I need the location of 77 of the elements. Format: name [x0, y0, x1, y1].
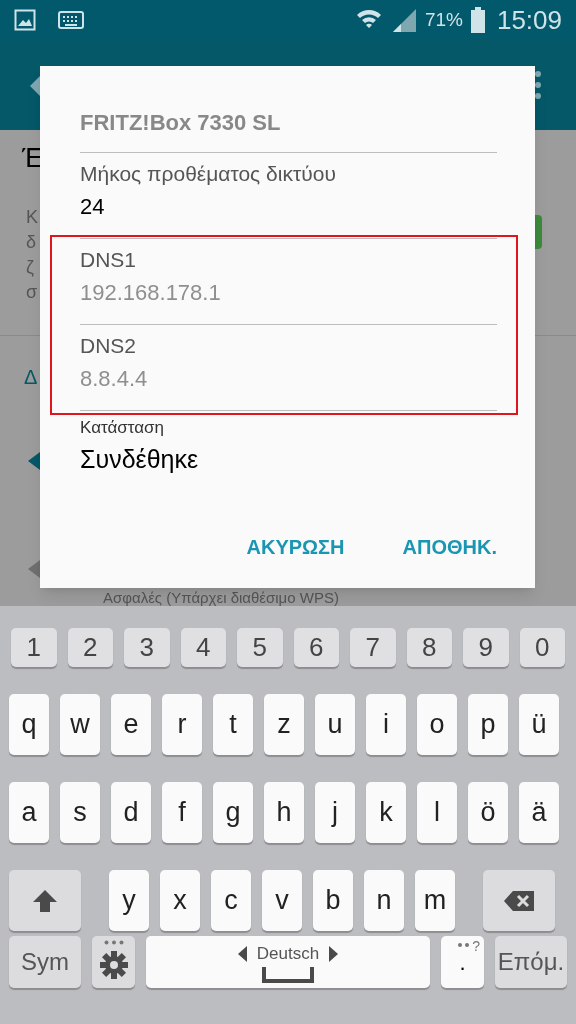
keyboard-key[interactable]: d	[111, 782, 151, 843]
shift-key[interactable]	[9, 870, 81, 931]
keyboard-key[interactable]: l	[417, 782, 457, 843]
field-label: DNS1	[80, 247, 138, 273]
dots-icon	[458, 943, 470, 947]
keyboard-key[interactable]: ü	[519, 694, 559, 755]
dots-icon	[104, 940, 124, 945]
keyboard-key[interactable]: Επόμ.	[495, 936, 567, 988]
backspace-icon	[504, 890, 534, 911]
keyboard-key[interactable]: i	[366, 694, 406, 755]
keyboard-key[interactable]: c	[211, 870, 251, 931]
clock: 15:09	[496, 3, 562, 37]
key-hint: ?	[472, 937, 480, 956]
left-arrow-icon	[237, 946, 247, 962]
keyboard-key[interactable]: p	[468, 694, 508, 755]
keyboard-key[interactable]: 0	[519, 628, 565, 667]
keyboard-key[interactable]: 2	[67, 628, 113, 667]
shift-icon	[33, 889, 57, 912]
keyboard-key[interactable]: 8	[406, 628, 452, 667]
field-label: DNS2	[80, 333, 138, 359]
input-field[interactable]: 8.8.4.4	[80, 361, 497, 397]
keyboard-key[interactable]: w	[60, 694, 100, 755]
keyboard-key[interactable]: u	[315, 694, 355, 755]
network-name: FRITZ!Box 7330 SL	[80, 109, 282, 137]
keyboard-key[interactable]: 5	[237, 628, 283, 667]
description-text: ζ	[26, 256, 34, 279]
keyboard-key[interactable]: 4	[180, 628, 226, 667]
space-icon	[262, 966, 314, 983]
description-text: σ	[26, 281, 38, 304]
space-key[interactable]: Deutsch	[146, 936, 430, 988]
keyboard-key[interactable]: k	[366, 782, 406, 843]
battery-icon	[470, 7, 485, 33]
keyboard-key[interactable]: q	[9, 694, 49, 755]
gallery-icon	[14, 9, 36, 31]
keyboard-key[interactable]: s	[60, 782, 100, 843]
keyboard-key[interactable]: t	[213, 694, 253, 755]
keyboard-key[interactable]: 6	[293, 628, 339, 667]
keyboard-key[interactable]: h	[264, 782, 304, 843]
keyboard-key[interactable]: x	[160, 870, 200, 931]
keyboard-key[interactable]: 1	[11, 628, 57, 667]
period-key[interactable]: . ?	[441, 936, 484, 988]
keyboard-key[interactable]: o	[417, 694, 457, 755]
keyboard-key[interactable]: 7	[350, 628, 396, 667]
keyboard-key[interactable]: f	[162, 782, 202, 843]
keyboard-key[interactable]: g	[213, 782, 253, 843]
keyboard-key[interactable]: e	[111, 694, 151, 755]
keyboard-key[interactable]: a	[9, 782, 49, 843]
keyboard-key[interactable]: v	[262, 870, 302, 931]
status-value: Συνδέθηκε	[80, 444, 200, 475]
keyboard-key[interactable]: 3	[124, 628, 170, 667]
backspace-key[interactable]	[483, 870, 555, 931]
description-text: δ	[26, 231, 37, 254]
keyboard-key[interactable]: ä	[519, 782, 559, 843]
status-label: Κατάσταση	[80, 417, 165, 439]
section-heading: Δ	[24, 365, 38, 390]
keyboard-key[interactable]: n	[364, 870, 404, 931]
settings-key[interactable]	[92, 936, 135, 988]
keyboard-key[interactable]: r	[162, 694, 202, 755]
input-field[interactable]: 192.168.178.1	[80, 275, 497, 311]
language-label: Deutsch	[256, 943, 320, 966]
description-text: Κ	[26, 206, 38, 229]
settings-icon	[99, 951, 128, 979]
keyboard-key[interactable]: 9	[463, 628, 509, 667]
keyboard-key[interactable]: z	[264, 694, 304, 755]
field-label: Μήκος προθέματος δικτύου	[80, 161, 337, 187]
keyboard-key[interactable]: Sym	[9, 936, 81, 988]
keyboard-key[interactable]: m	[415, 870, 455, 931]
right-arrow-icon	[329, 946, 339, 962]
keyboard-key[interactable]: j	[315, 782, 355, 843]
keyboard-icon	[58, 11, 84, 29]
field-value[interactable]: 24	[80, 189, 497, 225]
overflow-menu-icon[interactable]	[535, 70, 543, 100]
keyboard-key[interactable]: ö	[468, 782, 508, 843]
keyboard-key[interactable]: y	[109, 870, 149, 931]
network-subtitle: Ασφαλές (Υπάρχει διαθέσιμο WPS)	[103, 589, 339, 606]
battery-percentage: 71%	[424, 7, 463, 32]
keyboard-key[interactable]: b	[313, 870, 353, 931]
